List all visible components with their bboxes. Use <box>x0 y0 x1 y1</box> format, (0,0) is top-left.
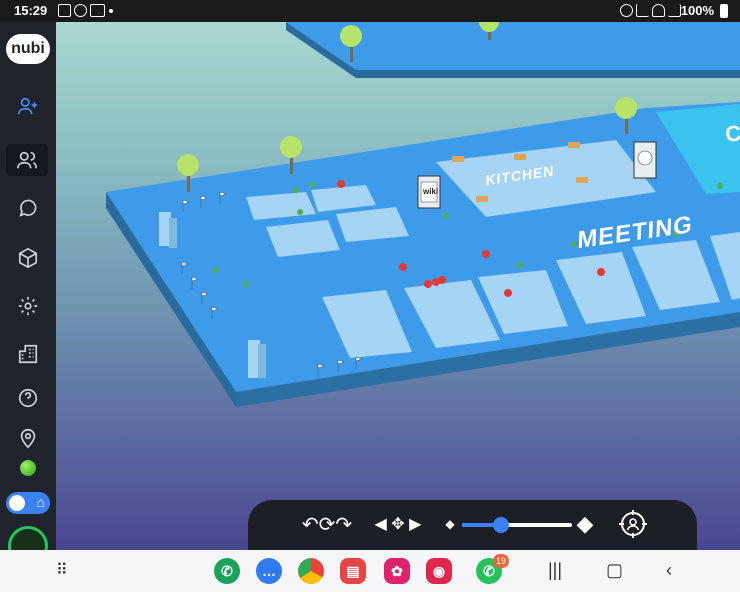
whatsapp-icon <box>74 4 87 17</box>
settings-button[interactable] <box>12 290 44 322</box>
whatsapp-notification-badge: 19 <box>493 554 509 568</box>
help-button[interactable] <box>12 382 44 414</box>
battery-icon <box>720 4 728 18</box>
help-icon <box>18 388 38 408</box>
zoom-slider-thumb[interactable] <box>492 517 509 533</box>
add-user-button[interactable] <box>12 90 44 122</box>
cast-icon <box>90 4 105 17</box>
building-icon <box>18 344 38 364</box>
image-icon <box>58 4 71 17</box>
mute-icon <box>636 4 649 17</box>
info-kiosk <box>633 141 657 179</box>
move-arrows-icon: ◀ ✥ ▶ <box>374 516 422 533</box>
camera-app-icon[interactable]: ◉ <box>426 558 452 584</box>
alarm-icon <box>620 4 633 17</box>
users-icon <box>17 151 37 169</box>
gallery-app-icon[interactable]: ✿ <box>384 558 410 584</box>
nubi-logo[interactable]: nubi <box>6 34 50 64</box>
signal-icon <box>668 4 681 17</box>
crosshair-user-icon <box>619 510 647 538</box>
wiki-sign-label: wiki <box>423 187 439 196</box>
gear-icon <box>18 296 38 316</box>
home-icon: ⌂ <box>36 494 45 510</box>
phone-app-icon[interactable]: ✆ <box>214 558 240 584</box>
camera-controls-bar: ↶⟳↷ ◀ ✥ ▶ ◆ ◆ <box>248 500 697 550</box>
chat-button[interactable] <box>12 192 44 224</box>
notes-app-icon[interactable]: ▤ <box>340 558 366 584</box>
zoom-in-cube-icon: ◆ <box>576 511 594 536</box>
sidebar: nubi ⌂ <box>0 22 56 566</box>
3d-office-scene[interactable]: KITCHEN MEETING C wiki <box>56 22 740 550</box>
zoom-out-cube-icon: ◆ <box>445 517 455 531</box>
location-pin-icon <box>20 428 36 449</box>
online-status-dot <box>20 460 36 476</box>
home-button[interactable]: ▢ <box>606 560 623 581</box>
rotate-icon: ↶⟳↷ <box>301 513 353 536</box>
toggle-knob <box>9 495 25 511</box>
wifi-icon <box>652 4 665 17</box>
users-button[interactable] <box>6 144 48 176</box>
partial-room-label: C <box>724 120 740 147</box>
app-drawer-icon[interactable]: ⠿ <box>56 560 68 580</box>
cube-icon <box>18 247 38 269</box>
rotate-view-button[interactable]: ↶⟳↷ <box>294 508 360 540</box>
status-bar: 15:29 100% <box>0 0 740 22</box>
back-button[interactable]: ‹ <box>666 560 672 581</box>
home-toggle[interactable]: ⌂ <box>6 492 50 514</box>
zoom-slider[interactable] <box>462 517 572 533</box>
building-button[interactable] <box>12 338 44 370</box>
chrome-app-icon[interactable] <box>298 558 324 584</box>
location-button[interactable] <box>12 422 44 454</box>
add-user-icon <box>18 97 38 115</box>
more-notifications-dot <box>109 9 113 13</box>
battery-percent: 100% <box>680 3 714 18</box>
recents-button[interactable]: ||| <box>548 560 562 581</box>
chat-icon <box>19 199 37 217</box>
messages-app-icon[interactable]: … <box>256 558 282 584</box>
entrance-pillar <box>248 340 266 378</box>
office-floor-map[interactable] <box>56 22 740 550</box>
cube-button[interactable] <box>12 242 44 274</box>
android-navigation-bar: ⠿ ✆ … ▤ ✿ ◉ ✆ 19 ||| ▢ ‹ <box>0 550 740 592</box>
pan-button[interactable]: ◀ ✥ ▶ <box>372 508 424 540</box>
focus-avatar-button[interactable] <box>616 508 650 540</box>
clock: 15:29 <box>14 3 48 18</box>
